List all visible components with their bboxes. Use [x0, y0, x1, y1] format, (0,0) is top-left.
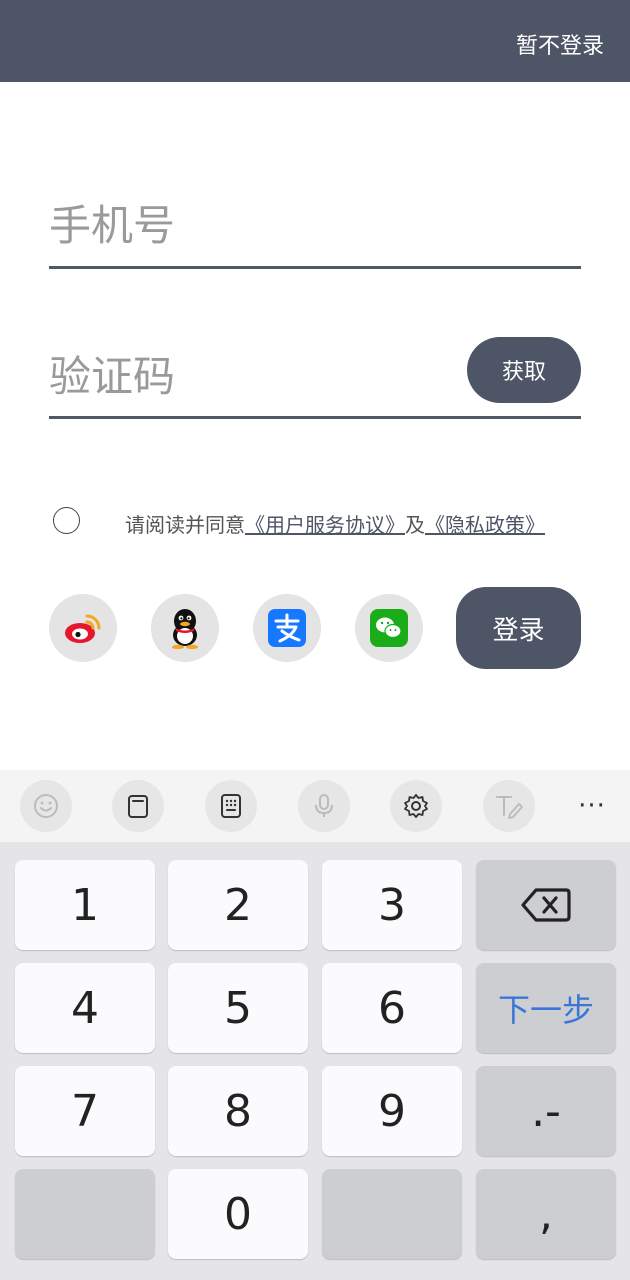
privacy-policy-link[interactable]: 《隐私政策》	[425, 513, 545, 537]
login-screen: 暂不登录 获取 请阅读并同意《用户服务协议》及《隐私政策》	[0, 0, 630, 1280]
verification-code-input[interactable]	[49, 340, 449, 412]
key-1[interactable]: 1	[15, 860, 155, 950]
dot-dash-key[interactable]: .-	[476, 1066, 616, 1156]
key-5[interactable]: 5	[168, 963, 308, 1053]
settings-icon	[404, 794, 428, 818]
backspace-key[interactable]	[476, 860, 616, 950]
microphone-button[interactable]	[298, 780, 350, 832]
agreement-and: 及	[405, 513, 425, 537]
settings-button[interactable]	[390, 780, 442, 832]
phone-field	[49, 190, 581, 269]
handwriting-icon	[496, 796, 523, 819]
weibo-icon	[65, 614, 101, 643]
agreement-prefix: 请阅读并同意	[125, 513, 245, 537]
alipay-login-button[interactable]	[253, 594, 321, 662]
login-button[interactable]: 登录	[456, 587, 581, 669]
handwriting-button[interactable]	[483, 780, 535, 832]
get-code-button[interactable]: 获取	[467, 337, 581, 403]
backspace-icon	[521, 888, 571, 922]
key-6[interactable]: 6	[322, 963, 462, 1053]
key-3[interactable]: 3	[322, 860, 462, 950]
key-7[interactable]: 7	[15, 1066, 155, 1156]
keyboard-toolbar: ···	[0, 770, 630, 842]
key-9[interactable]: 9	[322, 1066, 462, 1156]
key-8[interactable]: 8	[168, 1066, 308, 1156]
qq-icon	[172, 609, 198, 649]
next-step-key[interactable]: 下一步	[476, 963, 616, 1053]
top-bar: 暂不登录	[0, 0, 630, 82]
agreement-radio[interactable]	[53, 507, 80, 534]
user-agreement-link[interactable]: 《用户服务协议》	[245, 513, 405, 537]
keyboard-layout-button[interactable]	[205, 780, 257, 832]
more-icon[interactable]: ···	[572, 788, 612, 824]
next-step-label: 下一步	[497, 991, 594, 1029]
alipay-icon	[268, 609, 306, 647]
weibo-login-button[interactable]	[49, 594, 117, 662]
keyboard-layout-icon	[221, 794, 241, 818]
emoji-icon	[34, 794, 58, 818]
phone-input[interactable]	[49, 190, 581, 260]
key-2[interactable]: 2	[168, 860, 308, 950]
microphone-icon	[315, 794, 333, 817]
wechat-icon	[370, 609, 408, 647]
emoji-button[interactable]	[20, 780, 72, 832]
blank-key-left[interactable]	[15, 1169, 155, 1259]
comma-key[interactable]: ,	[476, 1169, 616, 1259]
qq-login-button[interactable]	[151, 594, 219, 662]
agreement-text: 请阅读并同意《用户服务协议》及《隐私政策》	[125, 509, 545, 538]
clipboard-button[interactable]	[112, 780, 164, 832]
blank-key-right[interactable]	[322, 1169, 462, 1259]
skip-login-button[interactable]: 暂不登录	[516, 28, 604, 60]
clipboard-icon	[128, 795, 148, 818]
key-4[interactable]: 4	[15, 963, 155, 1053]
key-0[interactable]: 0	[168, 1169, 308, 1259]
wechat-login-button[interactable]	[355, 594, 423, 662]
